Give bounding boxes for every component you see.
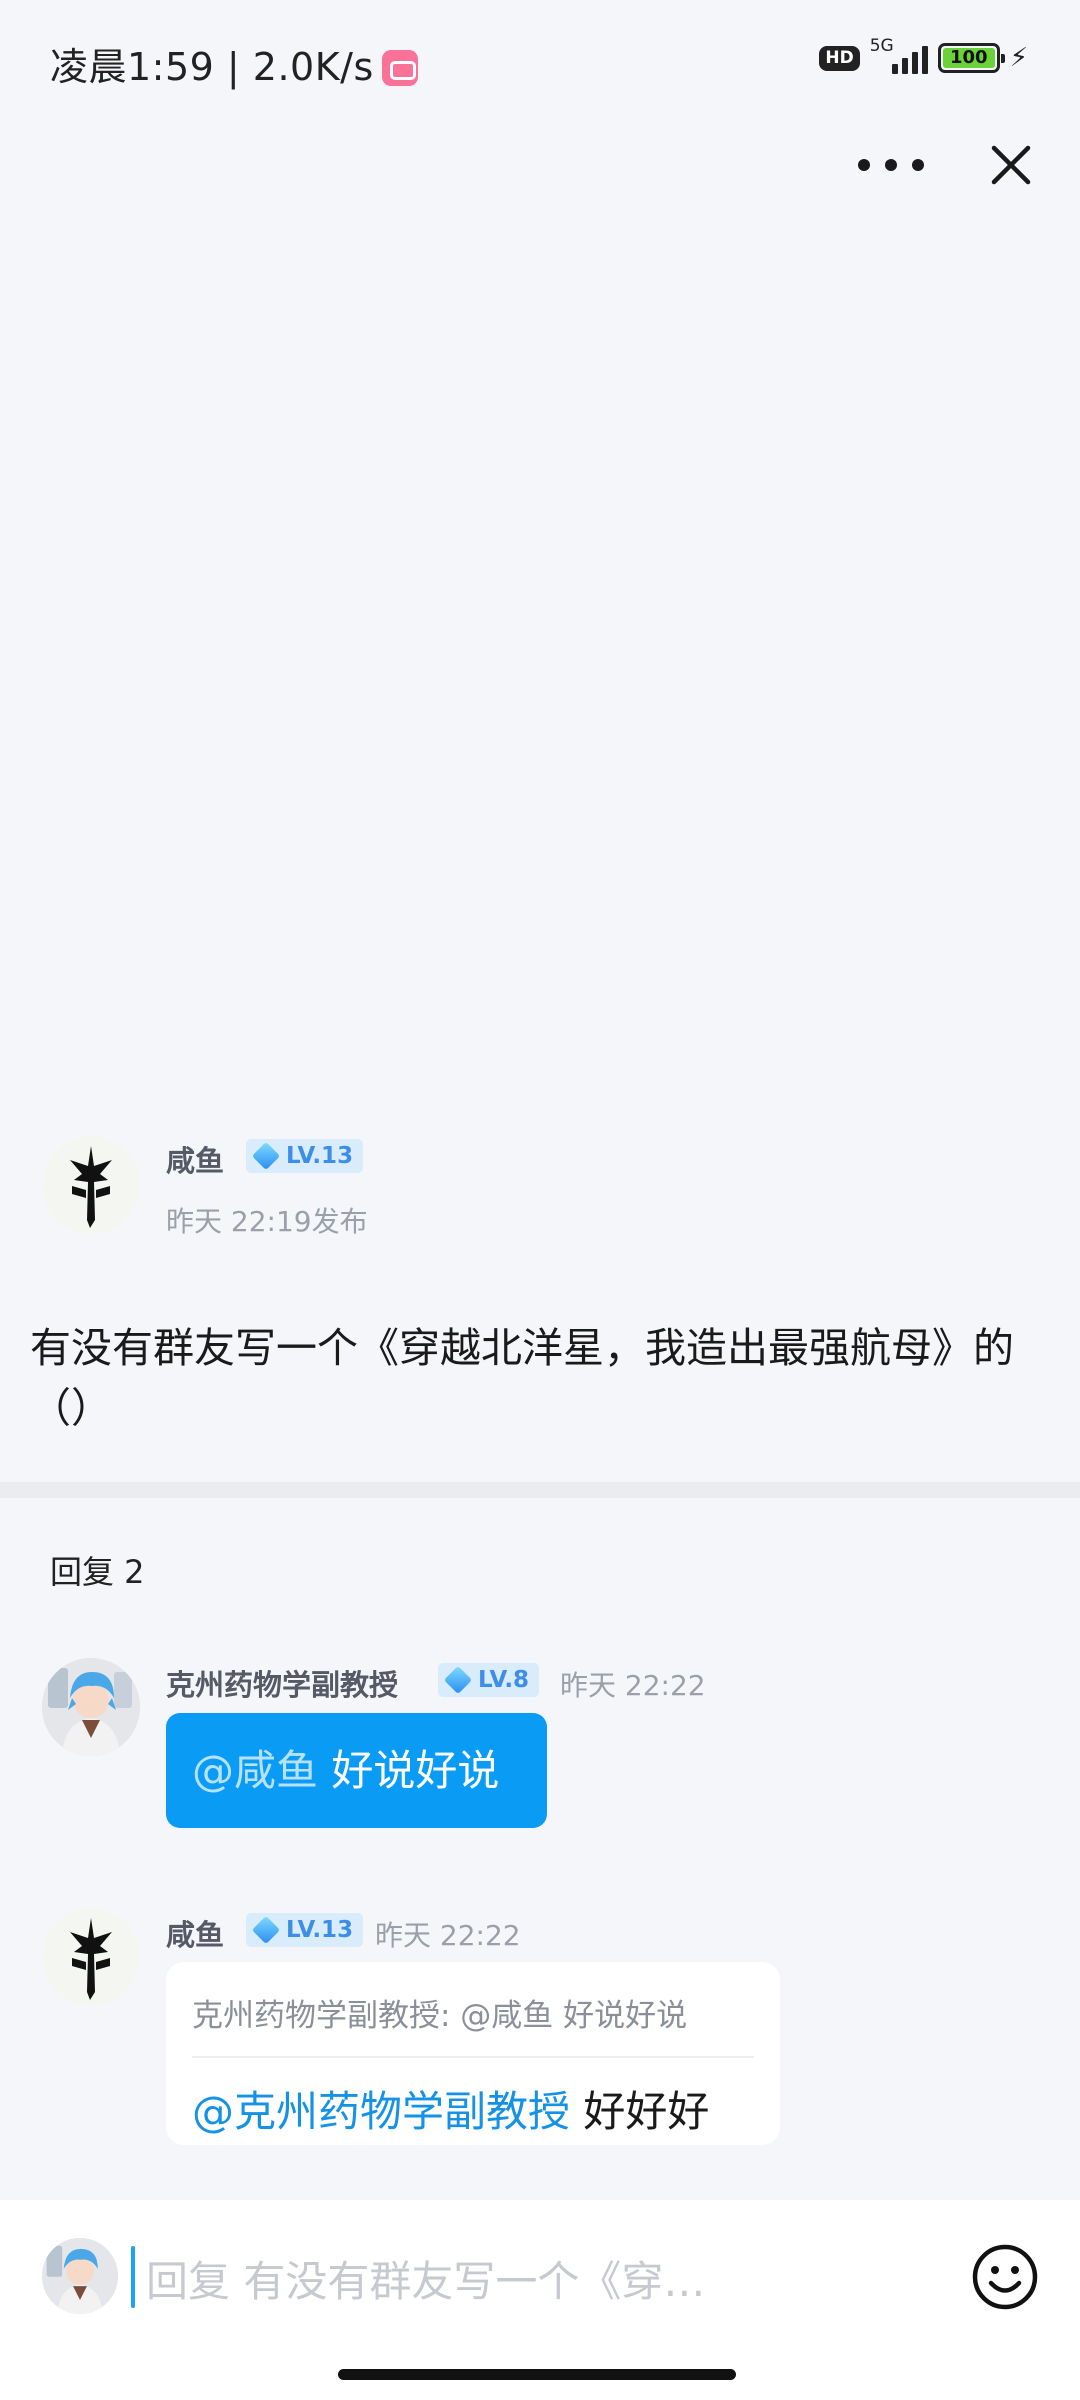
status-indicators: HD 5G 100 ⚡ — [819, 36, 1028, 78]
avatar-image — [42, 1136, 140, 1234]
diamond-level-icon — [443, 1665, 473, 1695]
reply-text: 好好好 — [570, 2087, 710, 2136]
reply-text: 好说好说 — [318, 1746, 500, 1795]
signal-icon: 5G — [870, 36, 928, 74]
status-time: 凌晨1:59 | 2.0K/s — [50, 36, 418, 91]
more-button[interactable] — [858, 145, 924, 185]
hd-icon: HD — [819, 45, 860, 71]
level-text: LV.8 — [478, 1667, 530, 1693]
avatar-image — [42, 1908, 140, 2006]
diamond-level-icon — [251, 1141, 281, 1171]
level-badge: LV.8 — [438, 1663, 540, 1697]
more-icon-dot — [912, 159, 924, 171]
diamond-level-icon — [251, 1915, 281, 1945]
post-time: 昨天 22:19发布 — [166, 1205, 368, 1238]
avatar[interactable] — [42, 1658, 140, 1756]
status-time-text: 凌晨1:59 | 2.0K/s — [50, 45, 374, 89]
mention-link[interactable]: @咸鱼 — [192, 1746, 318, 1795]
current-user-avatar — [42, 2238, 118, 2314]
mention-link[interactable]: @克州药物学副教授 — [192, 2087, 570, 2136]
level-text: LV.13 — [286, 1143, 354, 1169]
avatar-image — [42, 1658, 140, 1756]
post-content: 有没有群友写一个《穿越北洋星，我造出最强航母》的（） — [30, 1324, 1014, 1432]
avatar-image — [42, 2238, 118, 2314]
level-badge: LV.13 — [246, 1139, 364, 1173]
close-icon[interactable] — [988, 142, 1034, 188]
reply-time: 昨天 22:22 — [560, 1669, 706, 1702]
avatar[interactable] — [42, 1908, 140, 2006]
post-author-name[interactable]: 咸鱼 — [166, 1138, 224, 1180]
reply-bubble[interactable]: @咸鱼 好说好说 — [166, 1713, 547, 1828]
battery-icon: 100 — [937, 43, 1005, 73]
reply-bubble[interactable]: 克州药物学副教授: @咸鱼 好说好说 @克州药物学副教授 好好好 — [166, 1962, 780, 2145]
more-icon-dot — [858, 159, 870, 171]
more-icon-dot — [885, 159, 897, 171]
quoted-reply: 克州药物学副教授: @咸鱼 好说好说 — [192, 1962, 754, 2058]
avatar[interactable] — [42, 1136, 140, 1234]
reply-author-name[interactable]: 咸鱼 — [166, 1912, 224, 1954]
home-indicator[interactable] — [338, 2369, 736, 2380]
section-divider — [0, 1482, 1080, 1498]
level-text: LV.13 — [286, 1917, 354, 1943]
reply-input[interactable]: 回复 有没有群友写一个《穿… — [146, 2248, 705, 2309]
reply-author-name[interactable]: 克州药物学副教授 — [166, 1662, 398, 1704]
reply-count-header: 回复 2 — [50, 1553, 145, 1591]
level-badge: LV.13 — [246, 1913, 364, 1947]
reply-time: 昨天 22:22 — [375, 1919, 521, 1952]
reply-body: @克州药物学副教授 好好好 — [192, 2058, 754, 2139]
emoji-icon[interactable] — [970, 2242, 1040, 2312]
text-cursor — [131, 2246, 135, 2308]
battery-level: 100 — [942, 48, 995, 68]
network-type: 5G — [869, 36, 894, 56]
bilibili-app-icon — [381, 50, 418, 86]
charging-icon: ⚡ — [1009, 43, 1028, 73]
